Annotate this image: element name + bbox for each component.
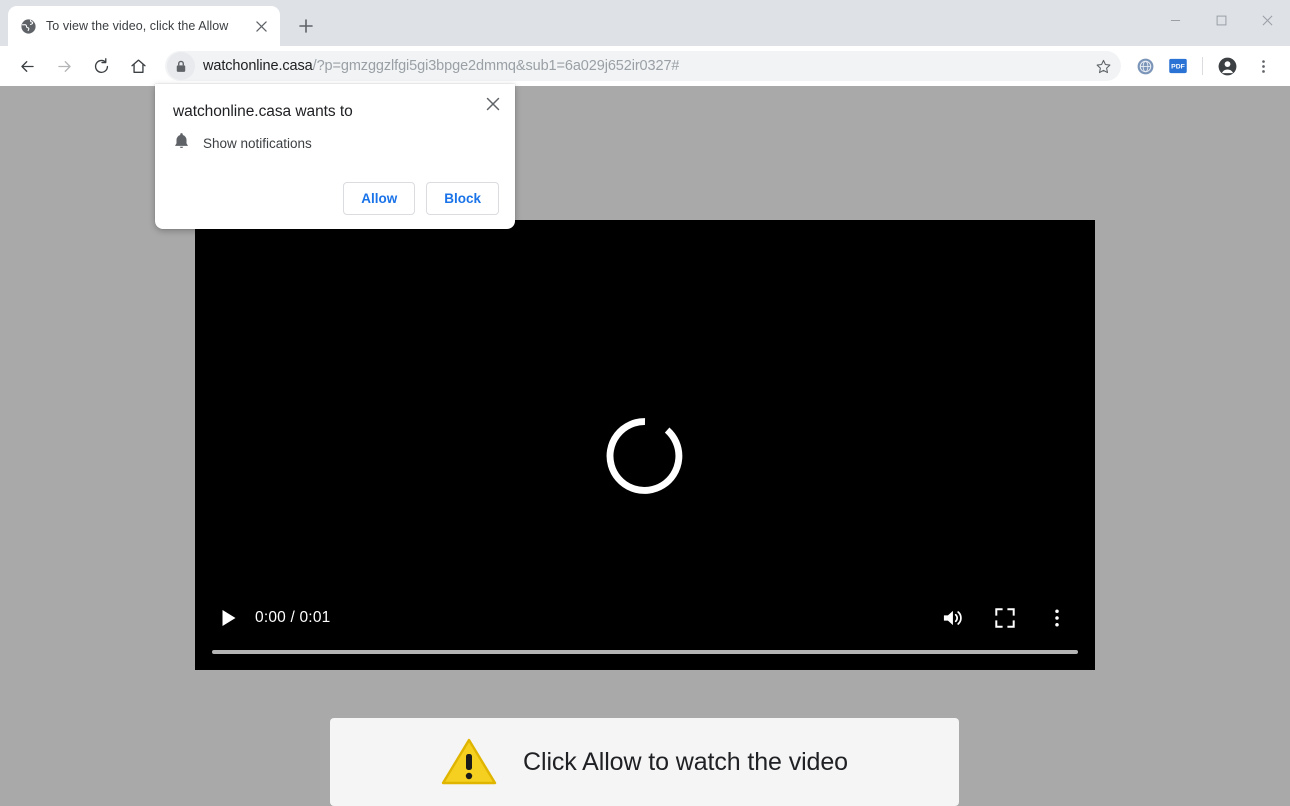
fullscreen-icon[interactable] — [992, 605, 1018, 631]
video-controls-row: 0:00 / 0:01 — [212, 598, 1078, 638]
tab-strip: To view the video, click the Allow — [0, 0, 1290, 46]
allow-button[interactable]: Allow — [343, 182, 416, 215]
video-player[interactable]: 0:00 / 0:01 — [195, 220, 1095, 670]
video-progress-bar[interactable] — [212, 650, 1078, 654]
back-button[interactable] — [10, 49, 44, 83]
volume-icon[interactable] — [940, 605, 966, 631]
globe-extension-icon[interactable] — [1130, 51, 1160, 81]
chrome-menu-icon[interactable] — [1248, 51, 1278, 81]
maximize-button[interactable] — [1198, 0, 1244, 40]
video-controls-right — [940, 605, 1078, 631]
dialog-actions: Allow Block — [343, 182, 499, 215]
notification-permission-dialog: watchonline.casa wants to Show notificat… — [155, 84, 515, 229]
more-options-icon[interactable] — [1044, 605, 1070, 631]
url-domain: watchonline.casa — [203, 58, 313, 74]
pdf-extension-icon[interactable]: PDF — [1163, 51, 1193, 81]
bookmark-star-icon[interactable] — [1089, 52, 1117, 80]
permission-label: Show notifications — [203, 136, 312, 151]
new-tab-button[interactable] — [292, 12, 320, 40]
video-time-display: 0:00 / 0:01 — [255, 609, 331, 626]
url-text: watchonline.casa/?p=gmzggzlfgi5gi3bpge2d… — [203, 58, 679, 74]
browser-window: To view the video, click the Allow watch… — [0, 0, 1290, 806]
browser-tab[interactable]: To view the video, click the Allow — [8, 6, 280, 46]
forward-button[interactable] — [47, 49, 81, 83]
browser-toolbar: watchonline.casa/?p=gmzggzlfgi5gi3bpge2d… — [0, 46, 1290, 86]
allow-prompt-banner: Click Allow to watch the video — [330, 718, 959, 806]
warning-triangle-icon — [441, 738, 497, 785]
loading-spinner — [606, 418, 683, 494]
lock-icon[interactable] — [167, 52, 195, 80]
reload-button[interactable] — [84, 49, 118, 83]
play-button[interactable] — [212, 601, 246, 635]
window-controls — [1152, 0, 1290, 40]
dialog-title: watchonline.casa wants to — [173, 103, 353, 120]
minimize-button[interactable] — [1152, 0, 1198, 40]
close-window-button[interactable] — [1244, 0, 1290, 40]
close-icon[interactable] — [479, 90, 507, 118]
banner-text: Click Allow to watch the video — [523, 747, 848, 776]
home-button[interactable] — [121, 49, 155, 83]
permission-row: Show notifications — [173, 132, 312, 155]
tab-title: To view the video, click the Allow — [46, 19, 229, 33]
video-controls: 0:00 / 0:01 — [195, 586, 1095, 670]
address-bar[interactable]: watchonline.casa/?p=gmzggzlfgi5gi3bpge2d… — [165, 51, 1121, 81]
url-path: /?p=gmzggzlfgi5gi3bpge2dmmq&sub1=6a029j6… — [312, 58, 680, 74]
close-icon[interactable] — [250, 15, 272, 37]
globe-icon — [20, 18, 37, 35]
block-button[interactable]: Block — [426, 182, 499, 215]
profile-avatar[interactable] — [1212, 51, 1242, 81]
bell-icon — [173, 132, 190, 155]
svg-text:PDF: PDF — [1171, 64, 1185, 71]
toolbar-divider — [1202, 57, 1203, 75]
